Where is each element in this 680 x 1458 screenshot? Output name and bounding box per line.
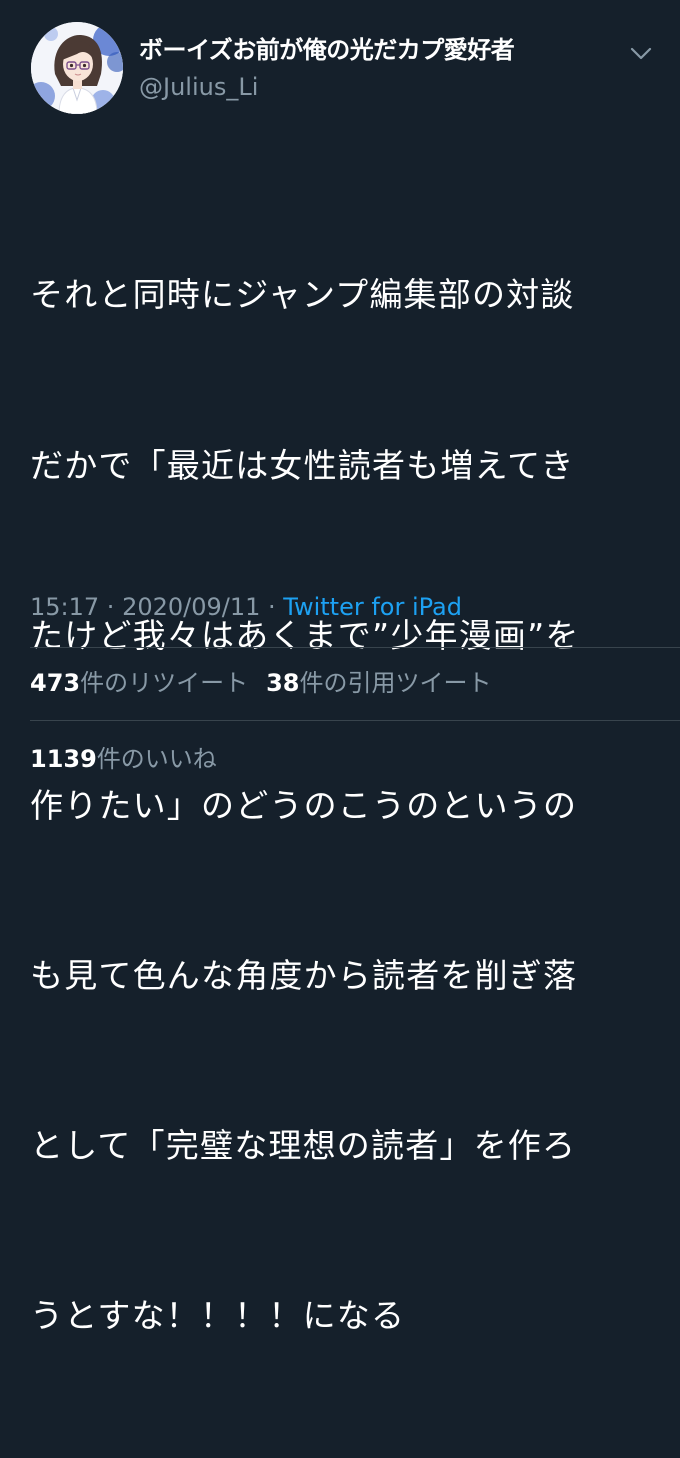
tweet-text-line: として「完璧な理想の読者」を作ろ (30, 1125, 577, 1165)
engagement-stats: 473件のリツイート 38件の引用ツイート (30, 667, 492, 699)
retweets-count: 473 (30, 669, 81, 697)
tweet-text: それと同時にジャンプ編集部の対談 だかで「最近は女性読者も増えてき たけど我々は… (30, 154, 660, 1458)
tweet-text-line: も見て色んな角度から読者を削ぎ落 (30, 955, 578, 995)
tweet-detail: ボーイズお前が俺の光だカプ愛好者 @Julius_Li それと同時にジャンプ編集… (0, 0, 680, 1335)
tweet-text-line: それと同時にジャンプ編集部の対談 (30, 275, 575, 315)
meta-separator: · (99, 593, 123, 621)
quotes-count: 38 (266, 669, 300, 697)
likes-stats: 1139件のいいね (30, 743, 217, 775)
divider (30, 720, 680, 721)
tweet-text-line: うとすな！！！！になる (30, 1296, 406, 1336)
retweets-label: 件のリツイート (80, 669, 249, 697)
retweets-stat[interactable]: 473件のリツイート (30, 669, 248, 697)
meta-separator: · (260, 593, 284, 621)
display-name[interactable]: ボーイズお前が俺の光だカプ愛好者 (139, 35, 515, 65)
likes-count: 1139 (30, 745, 97, 773)
likes-label: 件のいいね (96, 745, 217, 773)
divider (30, 647, 680, 648)
avatar[interactable] (31, 22, 123, 114)
tweet-text-line: 作りたい」のどうのこうのというの (30, 785, 578, 825)
likes-stat[interactable]: 1139件のいいね (30, 745, 217, 773)
user-avatar-illustration-icon (31, 22, 123, 114)
tweet-time[interactable]: 15:17 (30, 593, 99, 621)
quotes-stat[interactable]: 38件の引用ツイート (266, 669, 491, 697)
chevron-down-icon[interactable] (626, 38, 656, 68)
tweet-text-line: だかで「最近は女性読者も増えてき (30, 445, 575, 485)
tweet-date[interactable]: 2020/09/11 (122, 593, 260, 621)
user-handle[interactable]: @Julius_Li (139, 72, 258, 102)
tweet-metadata: 15:17 · 2020/09/11 · Twitter for iPad (30, 591, 462, 623)
quotes-label: 件の引用ツイート (299, 669, 492, 697)
tweet-source-link[interactable]: Twitter for iPad (283, 593, 462, 621)
